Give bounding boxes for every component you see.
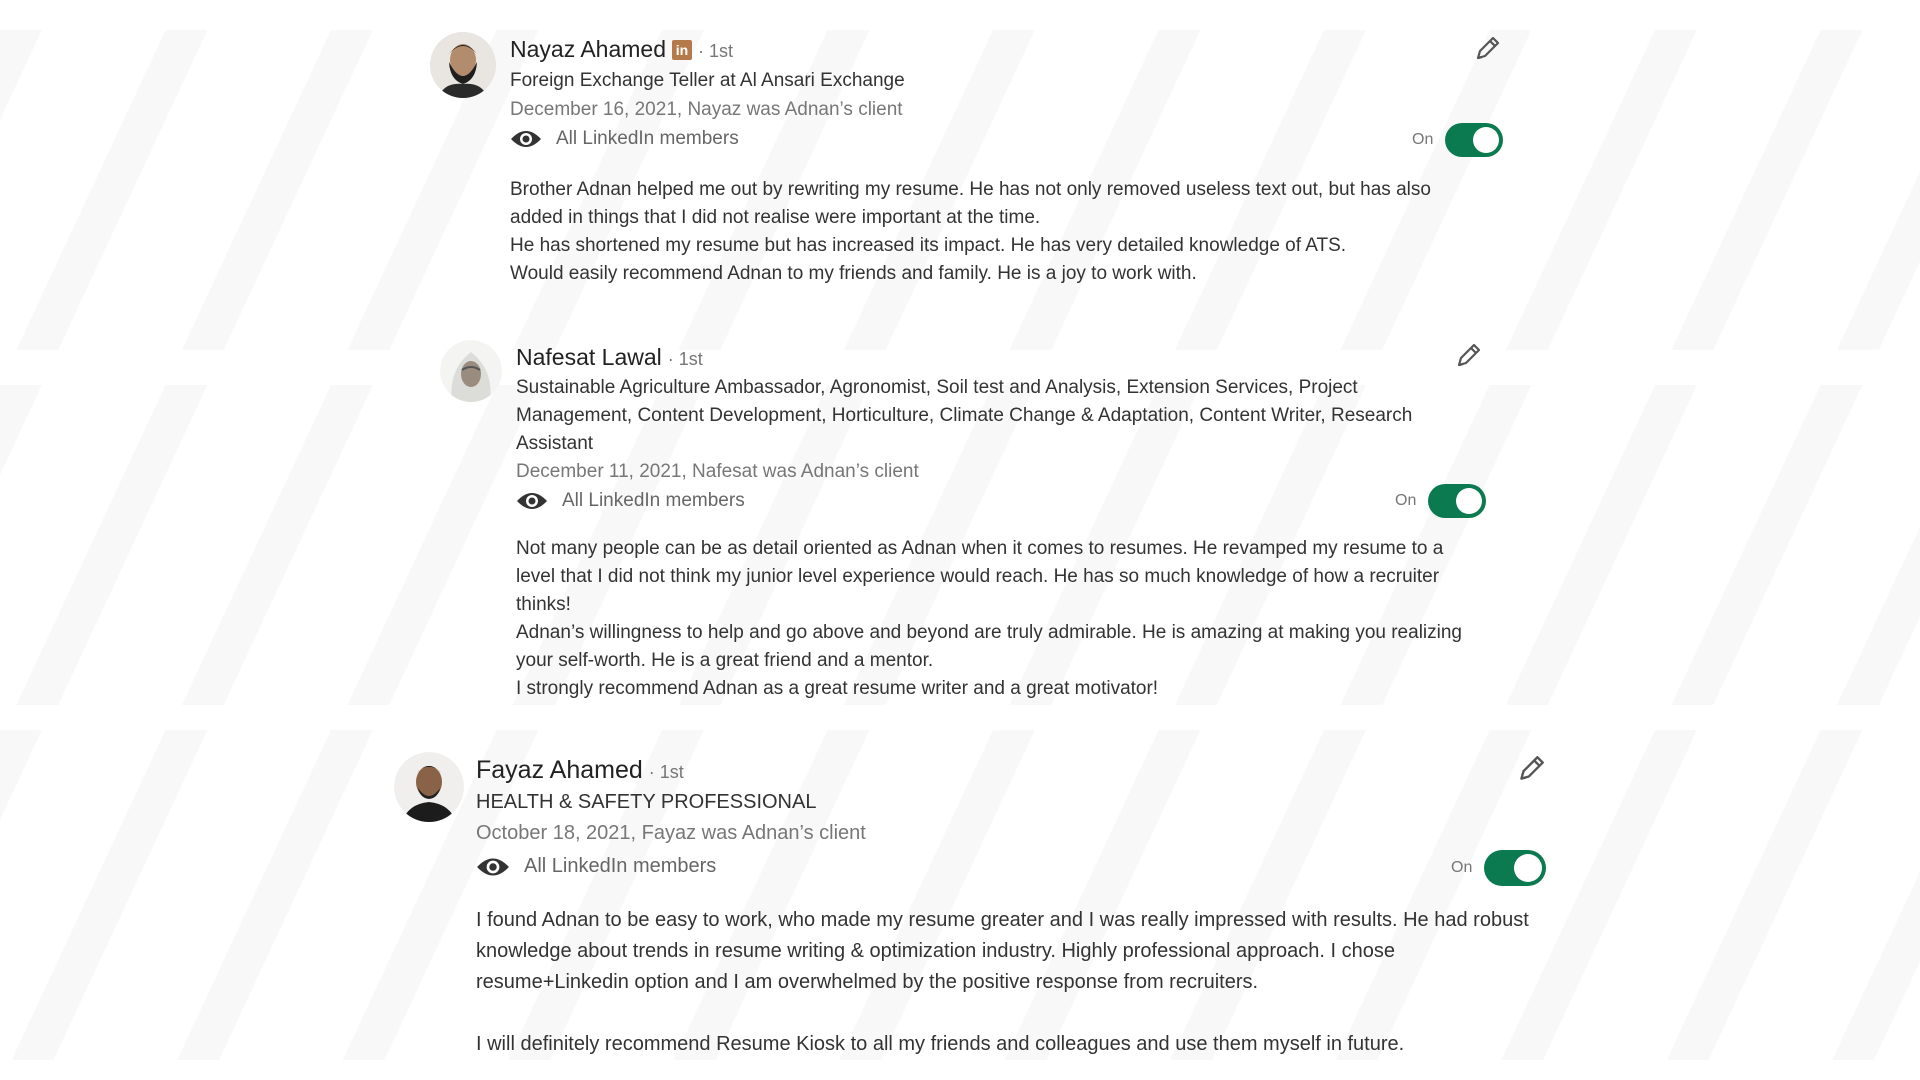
recommendation-paragraph: Adnan’s willingness to help and go above…	[516, 622, 1462, 671]
visibility-toggle[interactable]	[1428, 484, 1487, 518]
toggle-knob	[1514, 854, 1543, 882]
visibility-toggle-group: On	[1451, 850, 1547, 886]
member-name[interactable]: Nafesat Lawal	[516, 344, 662, 371]
avatar[interactable]	[440, 340, 502, 402]
visibility-row: All LinkedIn members	[510, 128, 739, 150]
connection-degree: · 1st	[697, 41, 733, 61]
visibility-label: All LinkedIn members	[524, 855, 717, 877]
toggle-label: On	[1395, 492, 1417, 509]
visibility-row: All LinkedIn members	[476, 855, 716, 878]
toggle-label: On	[1451, 859, 1473, 876]
member-headline: HEALTH & SAFETY PROFESSIONAL	[476, 791, 817, 813]
recommendation-text: Not many people can be as detail oriente…	[516, 535, 1486, 703]
visibility-toggle-group: On	[1395, 484, 1487, 518]
eye-icon	[511, 131, 541, 147]
pencil-icon	[1457, 343, 1481, 367]
avatar-image	[440, 340, 502, 402]
visibility-label: All LinkedIn members	[562, 490, 745, 511]
recommendation-date: October 18, 2021, Fayaz was Adnan’s clie…	[476, 822, 866, 844]
member-name[interactable]: Nayaz Ahamed	[510, 36, 666, 63]
recommendation-paragraph: He has shortened my resume but has incre…	[510, 235, 1347, 256]
member-name[interactable]: Fayaz Ahamed	[476, 756, 643, 785]
recommendation-paragraph: Not many people can be as detail oriente…	[516, 538, 1444, 615]
member-headline: Foreign Exchange Teller at Al Ansari Exc…	[510, 70, 905, 91]
recommendation-date: December 11, 2021, Nafesat was Adnan’s c…	[516, 461, 919, 482]
edit-button[interactable]	[1453, 341, 1483, 371]
visibility-toggle-group: On	[1412, 123, 1504, 157]
visibility-label: All LinkedIn members	[556, 128, 739, 149]
visibility-toggle[interactable]	[1484, 850, 1547, 886]
recommendation-paragraph: I strongly recommend Adnan as a great re…	[516, 678, 1159, 699]
avatar[interactable]	[394, 752, 464, 822]
recommendation-paragraph: Would easily recommend Adnan to my frien…	[510, 263, 1197, 284]
connection-degree: · 1st	[667, 349, 703, 369]
toggle-knob	[1456, 488, 1483, 514]
toggle-knob	[1473, 127, 1500, 153]
member-headline: Sustainable Agriculture Ambassador, Agro…	[516, 377, 1413, 454]
avatar-image	[394, 752, 464, 822]
recommendation-text: I found Adnan to be easy to work, who ma…	[476, 905, 1546, 1060]
recommendation-date: December 16, 2021, Nayaz was Adnan’s cli…	[510, 99, 903, 120]
avatar-image	[430, 32, 496, 98]
linkedin-badge-icon: in	[671, 39, 692, 60]
recommendation-paragraph: I found Adnan to be easy to work, who ma…	[476, 909, 1529, 993]
visibility-row: All LinkedIn members	[516, 490, 745, 512]
avatar[interactable]	[430, 32, 496, 98]
pencil-icon	[1476, 36, 1500, 60]
recommendation-paragraph: I will definitely recommend Resume Kiosk…	[476, 1033, 1405, 1055]
eye-icon	[517, 493, 547, 509]
recommendation-text: Brother Adnan helped me out by rewriting…	[510, 176, 1475, 288]
toggle-label: On	[1412, 131, 1434, 148]
recommendation-paragraph: Brother Adnan helped me out by rewriting…	[510, 179, 1431, 228]
pencil-icon	[1520, 756, 1544, 780]
visibility-toggle[interactable]	[1445, 123, 1504, 157]
edit-button[interactable]	[1472, 34, 1502, 64]
eye-icon	[477, 858, 509, 875]
connection-degree: · 1st	[648, 762, 684, 782]
edit-button[interactable]	[1515, 753, 1545, 783]
